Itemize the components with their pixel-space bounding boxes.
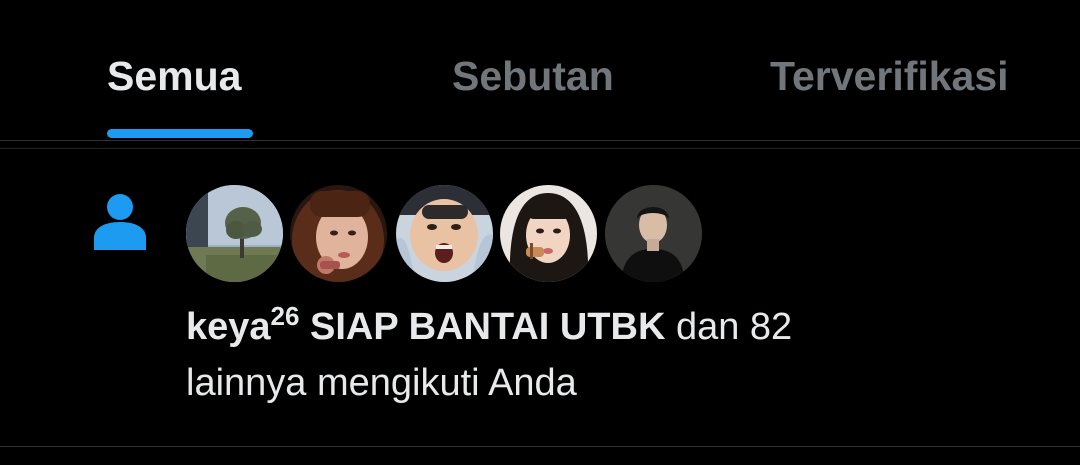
avatar[interactable]	[290, 185, 387, 282]
tab-mentions[interactable]: Sebutan	[452, 48, 614, 104]
tab-all[interactable]: Semua	[107, 48, 241, 104]
avatar[interactable]	[186, 185, 283, 282]
follower-name[interactable]: keya26 SIAP BANTAI UTBK	[186, 303, 665, 348]
tab-verified[interactable]: Terverifikasi	[770, 48, 1009, 104]
avatar[interactable]	[605, 185, 702, 282]
active-tab-indicator	[107, 129, 253, 138]
notification-suffix: dan 82	[665, 306, 793, 348]
avatar[interactable]	[500, 185, 597, 282]
tabs-divider	[0, 140, 1080, 141]
avatar[interactable]	[396, 185, 493, 282]
person-icon	[92, 192, 148, 250]
bottom-divider	[0, 446, 1080, 447]
notifications-tabs: Semua Sebutan Terverifikasi	[0, 0, 1080, 140]
follow-notification[interactable]: keya26 SIAP BANTAI UTBK dan 82 lainnya m…	[0, 149, 1080, 447]
notification-line2: lainnya mengikuti Anda	[186, 362, 577, 404]
notification-text: keya26 SIAP BANTAI UTBK dan 82 lainnya m…	[186, 299, 1006, 411]
